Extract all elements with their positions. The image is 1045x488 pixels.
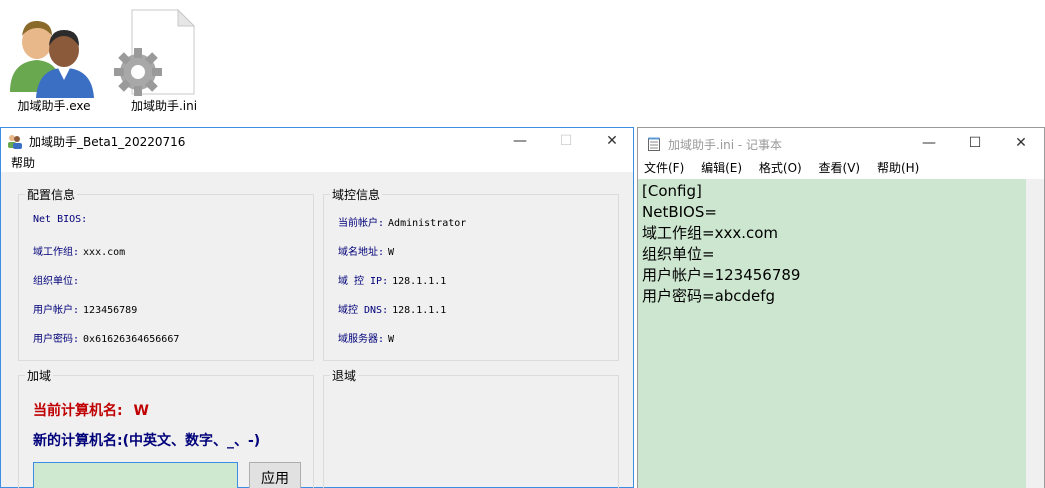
config-group: 配置信息 Net BIOS: 域工作组: xxx.com 组织单位: 用户帐户: 1… [18,186,314,361]
users-icon [7,133,23,149]
config-group-title: 配置信息 [25,186,78,203]
menu-help[interactable]: 帮助 [11,156,35,170]
current-computer-name: 当前计算机名: W [33,403,149,419]
desktop-icon-exe[interactable]: 加域助手.exe [2,6,106,114]
join-domain-group-title: 加域 [25,367,54,384]
domain-controller-group-title: 域控信息 [330,186,383,203]
dc-row: 域控 DNS: 128.1.1.1 [338,305,447,316]
notepad-menubar: 文件(F) 编辑(E) 格式(O) 查看(V) 帮助(H) [638,157,1044,179]
maximize-button[interactable]: ☐ [952,130,998,156]
config-row: 用户帐户: 123456789 [33,305,138,316]
new-computer-name-input[interactable] [33,462,238,488]
dc-row: 域名地址: W [338,247,395,258]
app-title: 加域助手_Beta1_20220716 [29,135,186,149]
minimize-button[interactable]: — [906,130,952,156]
menu-format[interactable]: 格式(O) [759,161,802,175]
domain-controller-group: 域控信息 当前帐户: Administrator 域名地址: W 域 控 IP: 12… [323,186,619,361]
close-button[interactable]: ✕ [589,128,635,154]
notepad-window: 加域助手.ini - 记事本 — ☐ ✕ 文件(F) 编辑(E) 格式(O) 查… [637,127,1045,488]
config-row: 域工作组: xxx.com [33,247,126,258]
apply-button[interactable]: 应用 [249,462,301,488]
app-window: 加域助手_Beta1_20220716 — ☐ ✕ 帮助 配置信息 Net BI… [0,127,634,488]
menu-edit[interactable]: 编辑(E) [701,161,742,175]
notepad-text-area[interactable]: [Config] NetBIOS= 域工作组=xxx.com 组织单位= 用户帐… [638,179,1027,488]
settings-file-icon [112,6,216,98]
app-titlebar[interactable]: 加域助手_Beta1_20220716 — ☐ ✕ [1,128,633,154]
config-row: Net BIOS: [33,214,88,225]
minimize-button[interactable]: — [497,128,543,154]
desktop-icon-ini[interactable]: 加域助手.ini [112,6,216,114]
leave-domain-group: 退域 [323,367,619,488]
notepad-title: 加域助手.ini - 记事本 [668,138,783,152]
notepad-icon [648,136,660,151]
config-row: 用户密码: 0x61626364656667 [33,334,180,345]
config-row: 组织单位: [33,276,80,287]
menu-help[interactable]: 帮助(H) [877,161,919,175]
leave-domain-group-title: 退域 [330,367,359,384]
maximize-button[interactable]: ☐ [543,128,589,154]
desktop-icon-label: 加域助手.exe [17,99,91,113]
desktop-icon-label: 加域助手.ini [130,99,198,113]
menu-file[interactable]: 文件(F) [644,161,684,175]
close-button[interactable]: ✕ [998,130,1044,156]
menu-view[interactable]: 查看(V) [819,161,861,175]
dc-row: 域服务器: W [338,334,395,345]
new-computer-name-label: 新的计算机名:(中英文、数字、_、-) [33,433,261,449]
dc-row: 域 控 IP: 128.1.1.1 [338,276,447,287]
users-icon [2,6,106,98]
vertical-scrollbar[interactable] [1026,179,1044,488]
notepad-titlebar[interactable]: 加域助手.ini - 记事本 — ☐ ✕ [638,128,1044,157]
app-menubar: 帮助 [1,154,633,173]
join-domain-group: 加域 当前计算机名: W 新的计算机名:(中英文、数字、_、-) 应用 [18,367,314,488]
dc-row: 当前帐户: Administrator [338,218,467,229]
